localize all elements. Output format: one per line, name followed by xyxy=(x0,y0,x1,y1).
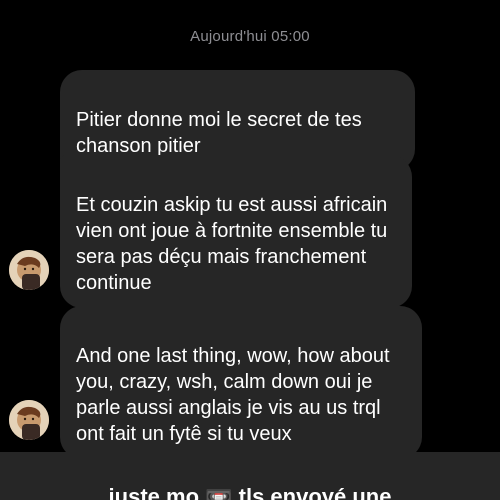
message-bubble[interactable]: And one last thing, wow, how about you, … xyxy=(60,306,422,459)
reply-preview-text: juste mo 📼 tls envoyé une xyxy=(108,484,392,500)
user-avatar-icon xyxy=(9,250,49,290)
message-text: Et couzin askip tu est aussi africain vi… xyxy=(76,194,388,294)
user-avatar-icon xyxy=(9,400,49,440)
message-bubble[interactable]: Et couzin askip tu est aussi africain vi… xyxy=(60,155,412,308)
chat-screen: Aujourd'hui 05:00 Pitier donne moi le se… xyxy=(0,0,500,500)
avatar[interactable] xyxy=(9,250,49,290)
message-text: And one last thing, wow, how about you, … xyxy=(76,345,390,445)
avatar[interactable] xyxy=(9,400,49,440)
message-text: Pitier donne moi le secret de tes chanso… xyxy=(76,109,362,157)
message-timestamp: Aujourd'hui 05:00 xyxy=(190,28,310,45)
